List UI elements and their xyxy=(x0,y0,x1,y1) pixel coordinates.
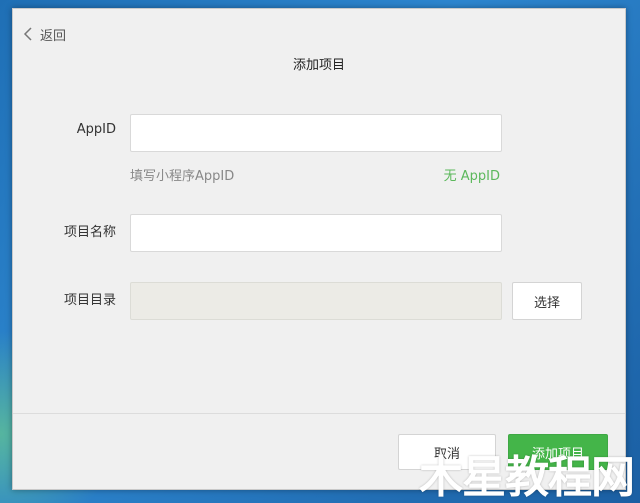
back-label: 返回 xyxy=(40,28,67,44)
footer-divider xyxy=(13,413,625,414)
appid-label: AppID xyxy=(76,122,116,137)
project-dir-label: 项目目录 xyxy=(63,293,116,308)
back-button[interactable]: 返回 xyxy=(23,25,67,44)
appid-input[interactable] xyxy=(130,114,502,152)
add-project-window: 返回 添加项目 AppID 填写小程序AppID 无 AppID 项目名称 项目… xyxy=(12,8,626,490)
project-name-label: 项目名称 xyxy=(63,225,116,240)
page-title: 添加项目 xyxy=(292,58,345,73)
no-appid-link[interactable]: 无 AppID xyxy=(444,165,500,184)
project-dir-input xyxy=(130,282,502,320)
choose-dir-button[interactable]: 选择 xyxy=(512,282,582,320)
chevron-left-icon xyxy=(23,27,32,41)
project-name-input[interactable] xyxy=(130,214,502,252)
appid-hint: 填写小程序AppID xyxy=(130,169,235,184)
watermark-text: 木星教程网 xyxy=(419,452,635,503)
